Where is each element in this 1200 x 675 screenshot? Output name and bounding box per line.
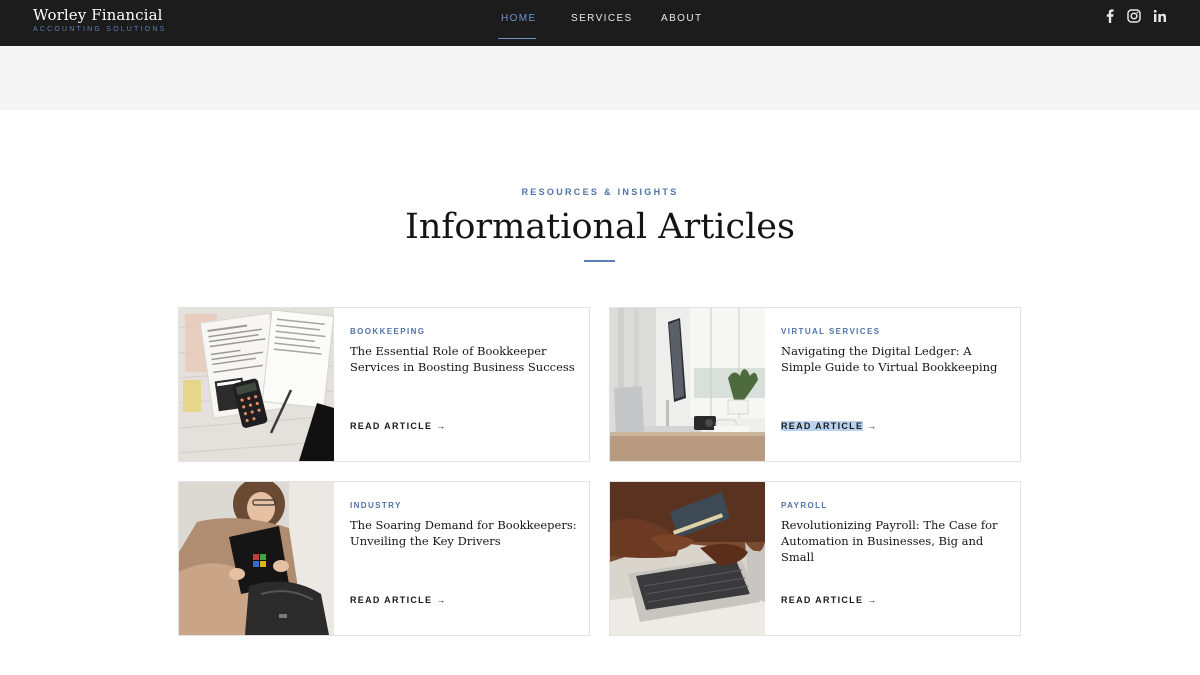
article-title[interactable]: Revolutionizing Payroll: The Case for Au… bbox=[781, 517, 1009, 565]
article-title[interactable]: Navigating the Digital Ledger: A Simple … bbox=[781, 343, 1009, 375]
card-payment-laptop-photo[interactable] bbox=[610, 482, 765, 635]
read-article-link[interactable]: READ ARTICLE → bbox=[781, 421, 876, 432]
article-card[interactable]: PAYROLL Revolutionizing Payroll: The Cas… bbox=[609, 481, 1021, 636]
article-category: INDUSTRY bbox=[350, 501, 402, 510]
read-article-link[interactable]: READ ARTICLE → bbox=[350, 595, 445, 606]
article-category: BOOKKEEPING bbox=[350, 327, 426, 336]
site-header: Worley Financial ACCOUNTING SOLUTIONS HO… bbox=[0, 0, 1200, 46]
arrow-right-icon: → bbox=[436, 421, 446, 431]
nav-about[interactable]: ABOUT bbox=[661, 13, 702, 25]
read-article-link[interactable]: READ ARTICLE → bbox=[350, 421, 445, 432]
nav-home[interactable]: HOME bbox=[501, 13, 537, 25]
read-article-label: READ ARTICLE bbox=[350, 421, 433, 431]
read-article-label: READ ARTICLE bbox=[781, 421, 864, 431]
brand-tagline: ACCOUNTING SOLUTIONS bbox=[33, 26, 167, 33]
brand-name: Worley Financial bbox=[33, 6, 163, 24]
article-card[interactable]: INDUSTRY The Soaring Demand for Bookkeep… bbox=[178, 481, 590, 636]
article-title[interactable]: The Soaring Demand for Bookkeepers: Unve… bbox=[350, 517, 578, 549]
brand-logo[interactable]: Worley Financial ACCOUNTING SOLUTIONS bbox=[33, 6, 166, 34]
read-article-link[interactable]: READ ARTICLE → bbox=[781, 595, 876, 606]
article-category: PAYROLL bbox=[781, 501, 828, 510]
arrow-right-icon: → bbox=[867, 421, 877, 431]
article-card[interactable]: BOOKKEEPING The Essential Role of Bookke… bbox=[178, 307, 590, 462]
article-category: VIRTUAL SERVICES bbox=[781, 327, 881, 336]
read-article-label: READ ARTICLE bbox=[350, 595, 433, 605]
article-title[interactable]: The Essential Role of Bookkeeper Service… bbox=[350, 343, 578, 375]
read-article-label: READ ARTICLE bbox=[781, 595, 864, 605]
nav-active-indicator bbox=[498, 38, 536, 39]
linkedin-icon[interactable] bbox=[1152, 8, 1168, 24]
section-eyebrow: RESOURCES & INSIGHTS bbox=[521, 187, 679, 197]
facebook-icon[interactable] bbox=[1102, 8, 1118, 24]
article-card[interactable]: VIRTUAL SERVICES Navigating the Digital … bbox=[609, 307, 1021, 462]
tax-forms-calculator-photo[interactable] bbox=[179, 308, 334, 461]
hero-strip bbox=[0, 46, 1200, 110]
title-divider bbox=[584, 260, 615, 262]
section-title: Informational Articles bbox=[405, 207, 795, 247]
woman-with-laptop-bag-photo[interactable] bbox=[179, 482, 334, 635]
desk-computer-photo[interactable] bbox=[610, 308, 765, 461]
instagram-icon[interactable] bbox=[1126, 8, 1142, 24]
arrow-right-icon: → bbox=[436, 595, 446, 605]
arrow-right-icon: → bbox=[867, 595, 877, 605]
nav-services[interactable]: SERVICES bbox=[571, 13, 633, 25]
